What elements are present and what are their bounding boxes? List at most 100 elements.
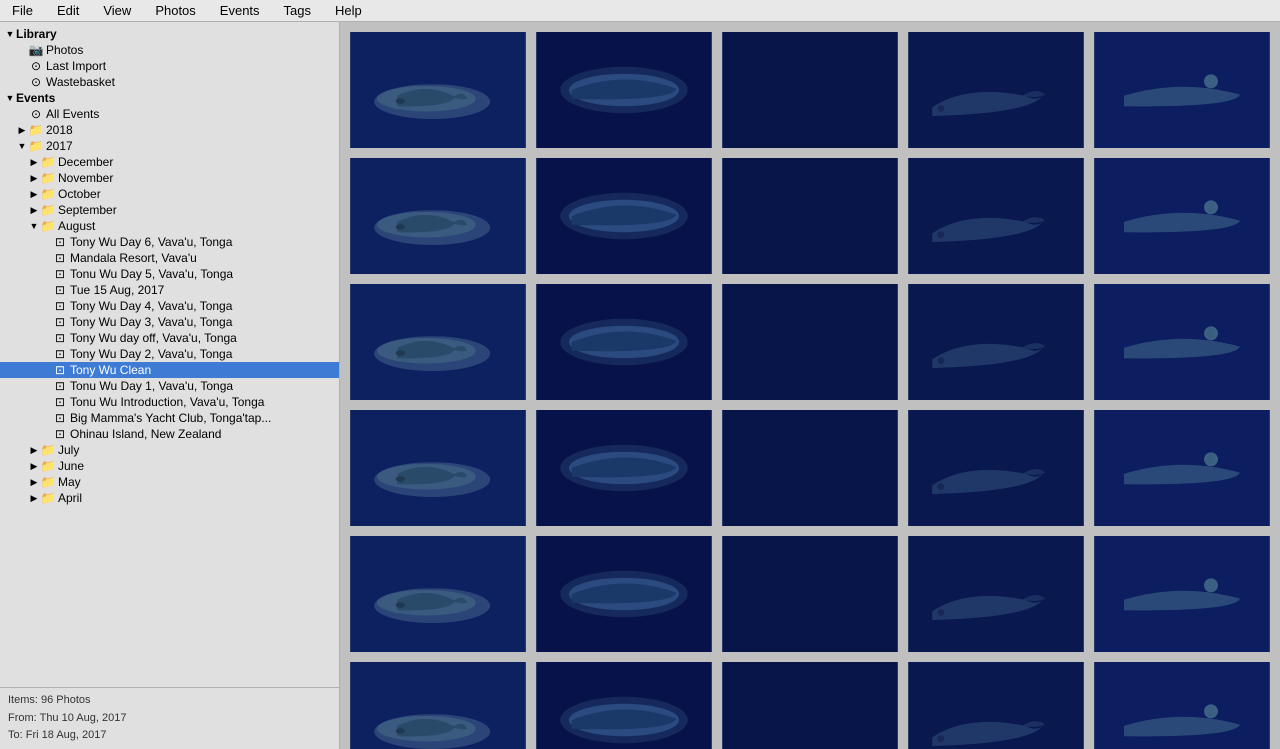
library-arrow: ▼ bbox=[4, 29, 16, 39]
year-2017-icon: 📁 bbox=[28, 139, 44, 153]
november-arrow: ▶ bbox=[28, 173, 40, 184]
photo-thumbnail[interactable] bbox=[534, 30, 714, 150]
tonu-day1-label: Tonu Wu Day 1, Vava'u, Tonga bbox=[70, 379, 233, 393]
september-icon: 📁 bbox=[40, 203, 56, 217]
sidebar-item-mandala[interactable]: ⊡ Mandala Resort, Vava'u bbox=[0, 250, 339, 266]
photo-thumbnail[interactable] bbox=[720, 282, 900, 402]
menu-bar: File Edit View Photos Events Tags Help bbox=[0, 0, 1280, 22]
photo-thumbnail[interactable] bbox=[720, 30, 900, 150]
december-arrow: ▶ bbox=[28, 157, 40, 168]
sidebar: ▼ Library 📷 Photos ⊙ Last Import ⊙ Waste… bbox=[0, 22, 340, 749]
sidebar-item-all-events[interactable]: ⊙ All Events bbox=[0, 106, 339, 122]
sidebar-item-tue15aug[interactable]: ⊡ Tue 15 Aug, 2017 bbox=[0, 282, 339, 298]
photo-thumbnail[interactable] bbox=[720, 534, 900, 654]
photo-thumbnail[interactable] bbox=[348, 408, 528, 528]
sidebar-tree: ▼ Library 📷 Photos ⊙ Last Import ⊙ Waste… bbox=[0, 22, 339, 687]
photo-thumbnail[interactable] bbox=[720, 408, 900, 528]
menu-edit[interactable]: Edit bbox=[53, 2, 83, 19]
photo-thumbnail[interactable] bbox=[348, 534, 528, 654]
menu-file[interactable]: File bbox=[8, 2, 37, 19]
menu-view[interactable]: View bbox=[99, 2, 135, 19]
sidebar-item-tony-wu-clean[interactable]: ⊡ Tony Wu Clean bbox=[0, 362, 339, 378]
sidebar-item-big-mammas[interactable]: ⊡ Big Mamma's Yacht Club, Tonga'tap... bbox=[0, 410, 339, 426]
tony-dayoff-label: Tony Wu day off, Vava'u, Tonga bbox=[70, 331, 237, 345]
photo-thumbnail[interactable] bbox=[906, 534, 1086, 654]
tonu-intro-label: Tonu Wu Introduction, Vava'u, Tonga bbox=[70, 395, 264, 409]
photo-thumbnail[interactable] bbox=[534, 660, 714, 749]
sidebar-item-tony-wu-day2[interactable]: ⊡ Tony Wu Day 2, Vava'u, Tonga bbox=[0, 346, 339, 362]
photo-thumbnail[interactable] bbox=[348, 282, 528, 402]
sidebar-section-events[interactable]: ▼ Events bbox=[0, 90, 339, 106]
tonu-intro-icon: ⊡ bbox=[52, 395, 68, 409]
sidebar-item-tony-wu-day6[interactable]: ⊡ Tony Wu Day 6, Vava'u, Tonga bbox=[0, 234, 339, 250]
sidebar-item-tony-wu-dayoff[interactable]: ⊡ Tony Wu day off, Vava'u, Tonga bbox=[0, 330, 339, 346]
sidebar-item-november[interactable]: ▶ 📁 November bbox=[0, 170, 339, 186]
photo-thumbnail[interactable] bbox=[906, 408, 1086, 528]
photo-thumbnail[interactable] bbox=[720, 156, 900, 276]
sidebar-item-photos[interactable]: 📷 Photos bbox=[0, 42, 339, 58]
main-area: ▼ Library 📷 Photos ⊙ Last Import ⊙ Waste… bbox=[0, 22, 1280, 749]
august-arrow: ▼ bbox=[28, 221, 40, 231]
sidebar-section-library[interactable]: ▼ Library bbox=[0, 26, 339, 42]
tony-clean-label: Tony Wu Clean bbox=[70, 363, 151, 377]
photo-thumbnail[interactable] bbox=[720, 660, 900, 749]
photo-thumbnail[interactable] bbox=[906, 156, 1086, 276]
april-icon: 📁 bbox=[40, 491, 56, 505]
menu-help[interactable]: Help bbox=[331, 2, 366, 19]
may-label: May bbox=[58, 475, 81, 489]
menu-photos[interactable]: Photos bbox=[151, 2, 199, 19]
sidebar-item-ohinau[interactable]: ⊡ Ohinau Island, New Zealand bbox=[0, 426, 339, 442]
photo-thumbnail[interactable] bbox=[906, 30, 1086, 150]
sidebar-item-2017[interactable]: ▼ 📁 2017 bbox=[0, 138, 339, 154]
sidebar-item-july[interactable]: ▶ 📁 July bbox=[0, 442, 339, 458]
sidebar-item-tonu-wu-day1[interactable]: ⊡ Tonu Wu Day 1, Vava'u, Tonga bbox=[0, 378, 339, 394]
sidebar-item-october[interactable]: ▶ 📁 October bbox=[0, 186, 339, 202]
photo-thumbnail[interactable] bbox=[1092, 660, 1272, 749]
photo-thumbnail[interactable] bbox=[348, 660, 528, 749]
photo-thumbnail[interactable] bbox=[348, 156, 528, 276]
photo-thumbnail[interactable] bbox=[906, 660, 1086, 749]
august-label: August bbox=[58, 219, 95, 233]
sidebar-item-wastebasket[interactable]: ⊙ Wastebasket bbox=[0, 74, 339, 90]
sidebar-item-tonu-wu-intro[interactable]: ⊡ Tonu Wu Introduction, Vava'u, Tonga bbox=[0, 394, 339, 410]
tony-clean-icon: ⊡ bbox=[52, 363, 68, 377]
sidebar-item-august[interactable]: ▼ 📁 August bbox=[0, 218, 339, 234]
photo-thumbnail[interactable] bbox=[1092, 408, 1272, 528]
photo-thumbnail[interactable] bbox=[534, 534, 714, 654]
sidebar-item-september[interactable]: ▶ 📁 September bbox=[0, 202, 339, 218]
sidebar-item-tony-wu-day4[interactable]: ⊡ Tony Wu Day 4, Vava'u, Tonga bbox=[0, 298, 339, 314]
sidebar-item-april[interactable]: ▶ 📁 April bbox=[0, 490, 339, 506]
sidebar-item-december[interactable]: ▶ 📁 December bbox=[0, 154, 339, 170]
to-value: Fri 18 Aug, 2017 bbox=[26, 729, 107, 741]
ohinau-icon: ⊡ bbox=[52, 427, 68, 441]
sidebar-item-2018[interactable]: ▶ 📁 2018 bbox=[0, 122, 339, 138]
year-2018-icon: 📁 bbox=[28, 123, 44, 137]
photo-thumbnail[interactable] bbox=[534, 282, 714, 402]
photo-thumbnail[interactable] bbox=[1092, 156, 1272, 276]
sidebar-item-last-import[interactable]: ⊙ Last Import bbox=[0, 58, 339, 74]
tue15-label: Tue 15 Aug, 2017 bbox=[70, 283, 164, 297]
big-mammas-icon: ⊡ bbox=[52, 411, 68, 425]
november-label: November bbox=[58, 171, 113, 185]
sidebar-item-june[interactable]: ▶ 📁 June bbox=[0, 458, 339, 474]
december-label: December bbox=[58, 155, 113, 169]
photo-thumbnail[interactable] bbox=[534, 156, 714, 276]
sidebar-item-tony-wu-day3[interactable]: ⊡ Tony Wu Day 3, Vava'u, Tonga bbox=[0, 314, 339, 330]
photo-thumbnail[interactable] bbox=[906, 282, 1086, 402]
all-events-icon: ⊙ bbox=[28, 107, 44, 121]
sidebar-item-tonu-wu-day5[interactable]: ⊡ Tonu Wu Day 5, Vava'u, Tonga bbox=[0, 266, 339, 282]
photo-thumbnail[interactable] bbox=[534, 408, 714, 528]
tony-dayoff-icon: ⊡ bbox=[52, 331, 68, 345]
tony-day2-icon: ⊡ bbox=[52, 347, 68, 361]
photo-thumbnail[interactable] bbox=[348, 30, 528, 150]
july-label: July bbox=[58, 443, 79, 457]
sidebar-item-may[interactable]: ▶ 📁 May bbox=[0, 474, 339, 490]
menu-events[interactable]: Events bbox=[216, 2, 264, 19]
photo-thumbnail[interactable] bbox=[1092, 534, 1272, 654]
photo-thumbnail[interactable] bbox=[1092, 30, 1272, 150]
menu-tags[interactable]: Tags bbox=[280, 2, 315, 19]
wastebasket-icon: ⊙ bbox=[28, 75, 44, 89]
tony-day4-label: Tony Wu Day 4, Vava'u, Tonga bbox=[70, 299, 232, 313]
photos-icon: 📷 bbox=[28, 43, 44, 57]
photo-thumbnail[interactable] bbox=[1092, 282, 1272, 402]
